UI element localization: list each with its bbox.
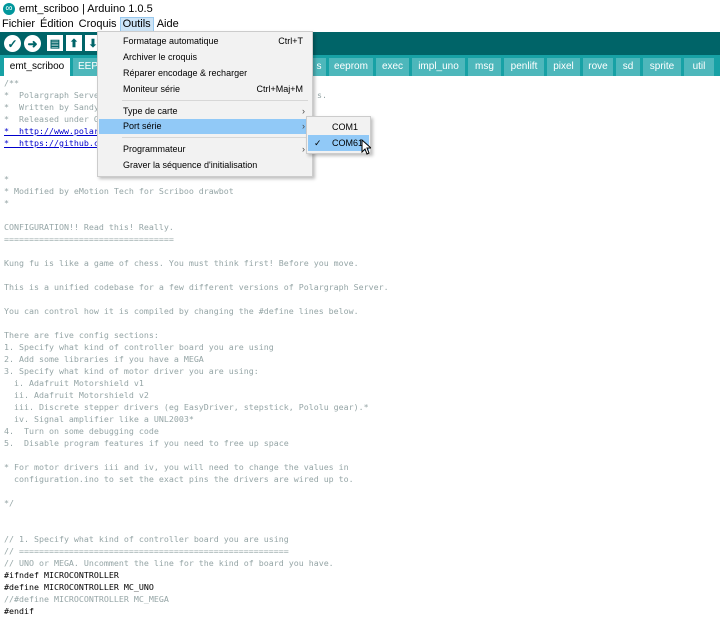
code-line: iv. Signal amplifier like a UNL2003*: [4, 414, 194, 424]
tab-msg[interactable]: msg: [468, 58, 501, 76]
code-line: *: [4, 198, 9, 208]
code-line: * Modified by eMotion Tech for Scriboo d…: [4, 186, 234, 196]
code-line: * Written by Sandy: [4, 102, 99, 112]
outils-menu: Formatage automatique Ctrl+T Archiver le…: [97, 31, 313, 177]
menu-edition[interactable]: Édition: [38, 17, 76, 32]
upload-icon[interactable]: ➜: [24, 35, 41, 52]
menu-item-programmateur[interactable]: Programmateur ›: [99, 142, 311, 157]
code-line: configuration.ino to set the exact pins …: [4, 474, 354, 484]
tab-sd[interactable]: sd: [616, 58, 640, 76]
tab-pixel[interactable]: pixel: [547, 58, 580, 76]
code-line: 5. Disable program features if you need …: [4, 438, 289, 448]
open-icon[interactable]: ⬆: [66, 35, 82, 51]
code-link[interactable]: * https://github.c: [4, 138, 99, 148]
code-line: ii. Adafruit Motorshield v2: [4, 390, 149, 400]
code-line: #ifndef MICROCONTROLLER: [4, 570, 119, 580]
code-line: 1. Specify what kind of controller board…: [4, 342, 274, 352]
code-line: *: [4, 174, 9, 184]
menu-outils[interactable]: Outils: [119, 17, 154, 32]
code-line: 2. Add some libraries if you have a MEGA: [4, 354, 204, 364]
menu-item-moniteur[interactable]: Moniteur série Ctrl+Maj+M: [99, 82, 311, 97]
code-link[interactable]: * http://www.polar: [4, 126, 99, 136]
arduino-icon: [3, 2, 15, 15]
code-line: iii. Discrete stepper drivers (eg EasyDr…: [4, 402, 369, 412]
menu-separator: [122, 100, 308, 101]
new-icon[interactable]: ▤: [47, 35, 63, 51]
tab-s[interactable]: s: [312, 58, 326, 76]
code-line: #endif: [4, 606, 34, 616]
tab-penlift[interactable]: penlift: [504, 58, 544, 76]
tab-emt-scriboo[interactable]: emt_scriboo: [4, 58, 70, 76]
tab-exec[interactable]: exec: [376, 58, 409, 76]
code-line: i. Adafruit Motorshield v1: [4, 378, 144, 388]
code-line: Kung fu is like a game of chess. You mus…: [4, 258, 359, 268]
code-line: There are five config sections:: [4, 330, 159, 340]
port-com61[interactable]: ✓ COM61: [308, 135, 369, 151]
menu-bar: Fichier Édition Croquis Outils Aide: [0, 17, 720, 32]
menu-item-port-serie[interactable]: Port série ›: [99, 119, 311, 134]
code-line: CONFIGURATION!! Read this! Really.: [4, 222, 174, 232]
tab-impl-uno[interactable]: impl_uno: [412, 58, 465, 76]
code-line: You can control how it is compiled by ch…: [4, 306, 359, 316]
chevron-right-icon: ›: [302, 144, 305, 154]
title-bar: emt_scriboo | Arduino 1.0.5: [0, 0, 720, 17]
menu-aide[interactable]: Aide: [155, 17, 181, 32]
menu-fichier[interactable]: Fichier: [0, 17, 37, 32]
code-line: */: [4, 498, 14, 508]
code-line: * For motor drivers iii and iv, you will…: [4, 462, 349, 472]
menu-item-archiver[interactable]: Archiver le croquis: [99, 50, 311, 65]
mouse-cursor-icon: [361, 139, 371, 155]
code-line: * Released under G: [4, 114, 99, 124]
tab-util[interactable]: util: [684, 58, 714, 76]
code-line: #define MICROCONTROLLER MC_UNO: [4, 582, 154, 592]
menu-item-graver[interactable]: Graver la séquence d'initialisation: [99, 158, 311, 173]
tab-sprite[interactable]: sprite: [643, 58, 681, 76]
code-line: //#define MICROCONTROLLER MC_MEGA: [4, 594, 169, 604]
code-line: 3. Specify what kind of motor driver you…: [4, 366, 259, 376]
code-line: This is a unified codebase for a few dif…: [4, 282, 389, 292]
code-line: 4. Turn on some debugging code: [4, 426, 159, 436]
verify-icon[interactable]: ✓: [4, 35, 21, 52]
code-line: ==================================: [4, 234, 174, 244]
chevron-right-icon: ›: [302, 106, 305, 116]
code-line: * Polargraph Serve: [4, 90, 99, 100]
code-line-fragment: s.: [317, 90, 327, 100]
menu-item-formatage[interactable]: Formatage automatique Ctrl+T: [99, 34, 311, 49]
menu-separator: [122, 137, 308, 138]
checkmark-icon: ✓: [314, 138, 322, 148]
code-line: // 1. Specify what kind of controller bo…: [4, 534, 289, 544]
menu-item-reparer[interactable]: Réparer encodage & recharger: [99, 66, 311, 81]
chevron-right-icon: ›: [302, 121, 305, 131]
port-com1[interactable]: COM1: [308, 119, 369, 135]
window-title: emt_scriboo | Arduino 1.0.5: [19, 2, 153, 15]
menu-croquis[interactable]: Croquis: [77, 17, 119, 32]
tab-eeprom[interactable]: eeprom: [329, 58, 373, 76]
code-line: /**: [4, 78, 19, 88]
tab-rove[interactable]: rove: [583, 58, 613, 76]
code-line: // UNO or MEGA. Uncomment the line for t…: [4, 558, 334, 568]
menu-item-type-carte[interactable]: Type de carte ›: [99, 104, 311, 119]
code-line: // =====================================…: [4, 546, 289, 556]
